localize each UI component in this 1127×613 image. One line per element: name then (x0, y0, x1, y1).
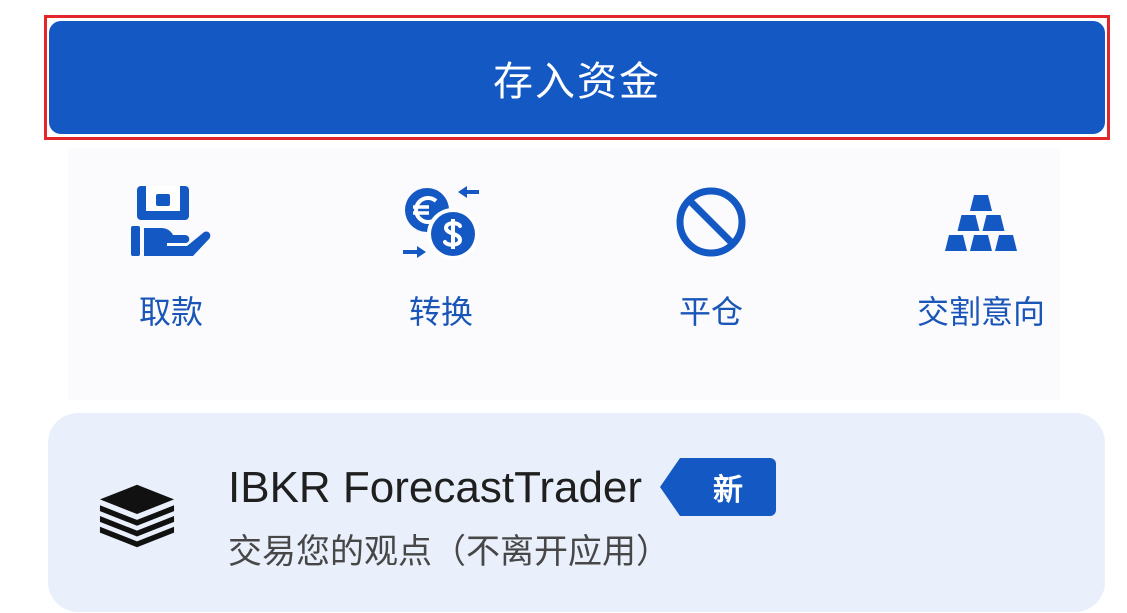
action-icon-box (36, 180, 306, 264)
action-withdraw[interactable]: 取款 (36, 180, 306, 350)
action-icon-box (306, 180, 576, 264)
deposit-funds-button[interactable]: 存入资金 (49, 21, 1105, 134)
action-label: 转换 (408, 294, 473, 330)
layers-icon (99, 484, 175, 548)
promo-title: IBKR ForecastTrader (228, 463, 643, 512)
action-close-position[interactable]: 平仓 (576, 180, 846, 350)
quick-actions: 取款 转换 平仓 交割意向 (36, 180, 1116, 350)
action-icon-box (576, 180, 846, 264)
action-label: 平仓 (678, 294, 743, 330)
action-label: 取款 (138, 294, 203, 330)
new-badge-label: 新 (713, 474, 743, 507)
currency-exchange-icon (403, 186, 479, 260)
promo-subtitle: 交易您的观点（不离开应用） (228, 533, 670, 571)
gold-bars-icon (945, 195, 1017, 251)
action-delivery-intent[interactable]: 交割意向 (846, 180, 1116, 350)
deposit-funds-label: 存入资金 (493, 59, 661, 104)
prohibited-icon (676, 187, 746, 257)
action-label: 交割意向 (916, 294, 1045, 330)
new-badge: 新 (660, 458, 776, 516)
action-icon-box (846, 180, 1116, 264)
hand-cash-icon (131, 186, 211, 256)
action-convert[interactable]: 转换 (306, 180, 576, 350)
forecasttrader-promo-card[interactable]: IBKR ForecastTrader 新 交易您的观点（不离开应用） (48, 413, 1105, 612)
